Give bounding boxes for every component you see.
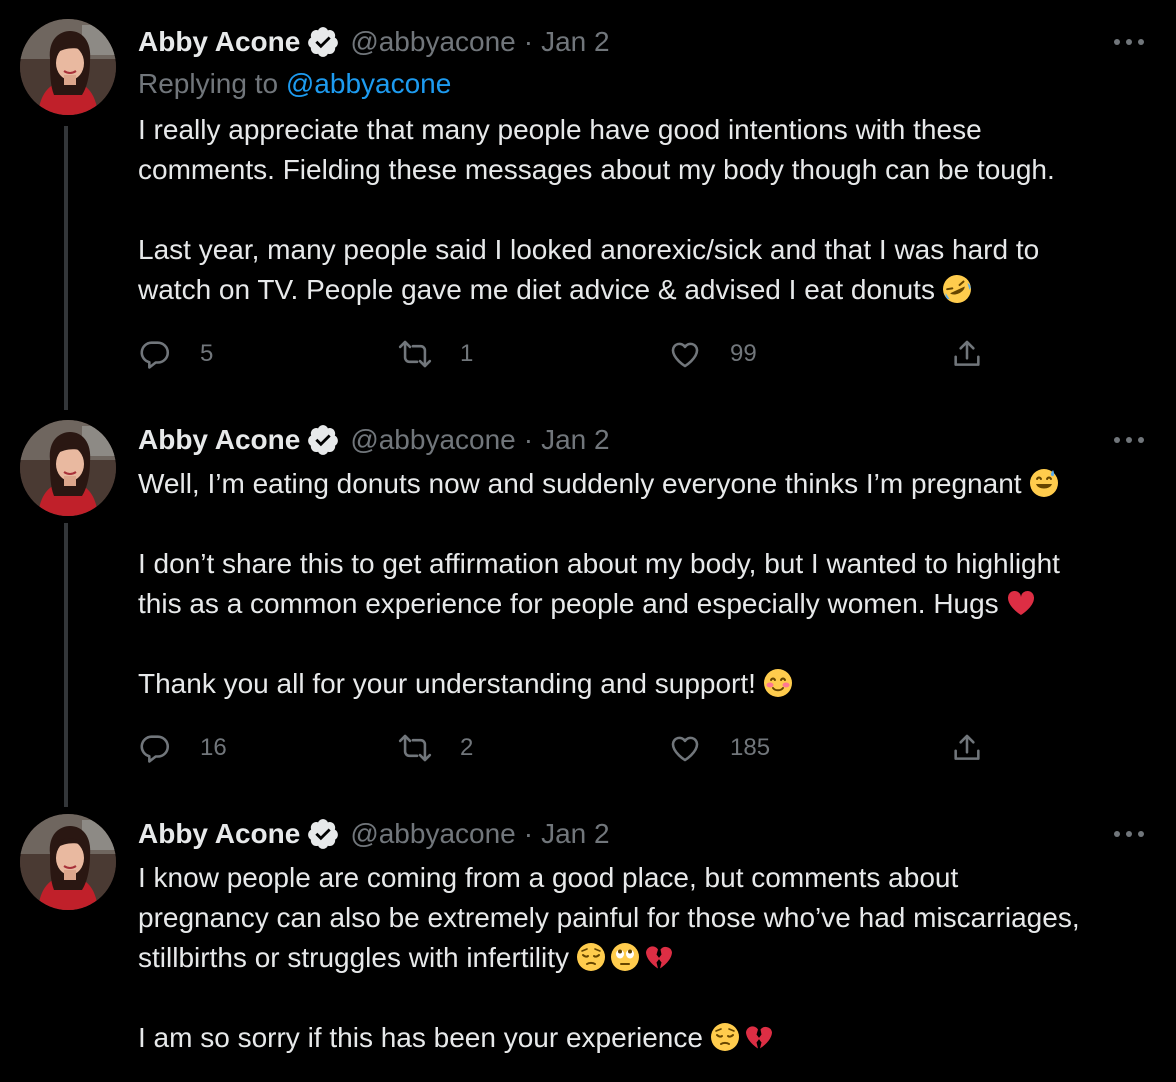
share-button[interactable] xyxy=(950,334,984,374)
tweet-header: Abby Acone @abbyacone · Jan 2 xyxy=(138,814,610,854)
rofl-emoji-icon xyxy=(941,273,973,305)
author-handle[interactable]: @abbyacone xyxy=(350,818,515,850)
text-line: Thank you all for your understanding and… xyxy=(138,664,1168,704)
text-line: stillbirths or struggles with infertilit… xyxy=(138,938,1168,978)
author-name[interactable]: Abby Acone xyxy=(138,26,300,58)
heart-icon xyxy=(668,731,702,765)
reply-icon xyxy=(138,337,172,371)
text-line: watch on TV. People gave me diet advice … xyxy=(138,270,1168,310)
red-heart-emoji-icon xyxy=(1005,587,1037,619)
retweet-icon xyxy=(398,337,432,371)
verified-badge-icon xyxy=(306,25,340,59)
pensive-emoji-icon xyxy=(575,941,607,973)
tweet-actions: 5 1 99 xyxy=(138,334,998,374)
separator-dot: · xyxy=(523,26,534,57)
author-name[interactable]: Abby Acone xyxy=(138,818,300,850)
like-button[interactable]: 99 xyxy=(668,334,757,374)
reply-count: 5 xyxy=(200,340,214,367)
text-line: I don’t share this to get affirmation ab… xyxy=(138,548,1060,579)
tweet-text: I really appreciate that many people hav… xyxy=(138,110,1168,310)
more-options-icon[interactable] xyxy=(1112,36,1146,48)
thread-line xyxy=(64,523,68,807)
author-name[interactable]: Abby Acone xyxy=(138,424,300,456)
separator-dot: · xyxy=(523,424,534,455)
blush-emoji-icon xyxy=(762,667,794,699)
retweet-count: 2 xyxy=(460,734,474,761)
author-handle[interactable]: @abbyacone xyxy=(350,26,515,58)
text-line: pregnancy can also be extremely painful … xyxy=(138,902,1080,933)
broken-heart-emoji-icon xyxy=(743,1021,775,1053)
reply-button[interactable]: 16 xyxy=(138,728,227,768)
broken-heart-emoji-icon xyxy=(643,941,675,973)
share-icon xyxy=(950,731,984,765)
reply-icon xyxy=(138,731,172,765)
share-button[interactable] xyxy=(950,728,984,768)
tweet[interactable]: Abby Acone @abbyacone · Jan 2 I know peo… xyxy=(0,800,1176,1082)
avatar[interactable] xyxy=(20,19,116,115)
reply-button[interactable]: 5 xyxy=(138,334,213,374)
retweet-count: 1 xyxy=(460,340,474,367)
author-handle[interactable]: @abbyacone xyxy=(350,424,515,456)
text-line: comments. Fielding these messages about … xyxy=(138,154,1055,185)
text-line: Well, I’m eating donuts now and suddenly… xyxy=(138,464,1168,504)
text-line: I really appreciate that many people hav… xyxy=(138,114,982,145)
text-line: this as a common experience for people a… xyxy=(138,584,1168,624)
avatar[interactable] xyxy=(20,814,116,910)
tweet[interactable]: Abby Acone @abbyacone · Jan 2 Replying t… xyxy=(0,0,1176,410)
verified-badge-icon xyxy=(306,423,340,457)
rolling-eyes-emoji-icon xyxy=(609,941,641,973)
separator-dot: · xyxy=(523,818,534,849)
retweet-icon xyxy=(398,731,432,765)
tweet-text: I know people are coming from a good pla… xyxy=(138,858,1168,1058)
retweet-button[interactable]: 2 xyxy=(398,728,473,768)
retweet-button[interactable]: 1 xyxy=(398,334,473,374)
like-count: 185 xyxy=(730,734,771,761)
more-options-icon[interactable] xyxy=(1112,434,1146,446)
tweet-text: Well, I’m eating donuts now and suddenly… xyxy=(138,464,1168,704)
tweet-header: Abby Acone @abbyacone · Jan 2 xyxy=(138,420,610,460)
sweat-smile-emoji-icon xyxy=(1028,467,1060,499)
text-line: I am so sorry if this has been your expe… xyxy=(138,1018,1168,1058)
heart-icon xyxy=(668,337,702,371)
pensive-emoji-icon xyxy=(709,1021,741,1053)
replying-to-label: Replying to xyxy=(138,68,279,99)
more-options-icon[interactable] xyxy=(1112,828,1146,840)
tweet-date[interactable]: Jan 2 xyxy=(541,26,610,58)
tweet-date[interactable]: Jan 2 xyxy=(541,818,610,850)
avatar[interactable] xyxy=(20,420,116,516)
text-line: I know people are coming from a good pla… xyxy=(138,862,959,893)
like-button[interactable]: 185 xyxy=(668,728,770,768)
text-line: Last year, many people said I looked ano… xyxy=(138,234,1040,265)
share-icon xyxy=(950,337,984,371)
replying-to-mention[interactable]: @abbyacone xyxy=(286,68,451,99)
tweet-actions: 16 2 185 xyxy=(138,728,998,768)
tweet[interactable]: Abby Acone @abbyacone · Jan 2 Well, I’m … xyxy=(0,405,1176,807)
replying-to: Replying to @abbyacone xyxy=(138,68,451,100)
reply-count: 16 xyxy=(200,734,227,761)
tweet-date[interactable]: Jan 2 xyxy=(541,424,610,456)
verified-badge-icon xyxy=(306,817,340,851)
thread-line xyxy=(64,126,68,410)
tweet-header: Abby Acone @abbyacone · Jan 2 xyxy=(138,22,610,62)
like-count: 99 xyxy=(730,340,757,367)
